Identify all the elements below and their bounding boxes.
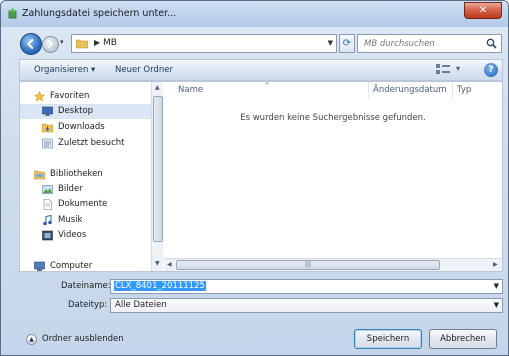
computer-icon [34,261,45,271]
scroll-left-icon[interactable]: ◀ [167,261,172,268]
recent-pages-dropdown[interactable]: ▾ [60,38,68,50]
cancel-button[interactable]: Abbrechen [429,329,497,349]
nav-item-libraries[interactable]: Bibliotheken [20,167,151,182]
music-icon [43,215,52,226]
column-header-type[interactable]: Typ [453,82,502,99]
libraries-icon [34,170,45,180]
videos-icon [42,230,53,241]
filename-field[interactable]: CLX_8401_20111125 ▼ [110,279,503,294]
nav-item-videos[interactable]: Videos [20,228,151,243]
pictures-icon [42,185,53,194]
address-row: ▾ ▶ MB ▼ ⟳ [1,31,508,57]
nav-item-label: Computer [50,261,93,271]
nav-item-label: Bibliotheken [50,169,103,179]
nav-item-label: Desktop [58,106,94,116]
file-list: ^ Name Änderungsdatum Typ Es wurden kein… [164,82,502,271]
nav-item-favorites[interactable]: Favoriten [20,89,151,104]
refresh-button[interactable]: ⟳ [339,34,355,53]
arrow-left-icon [26,38,34,50]
documents-icon [43,199,52,210]
downloads-folder-icon [42,123,53,133]
nav-item-documents[interactable]: Dokumente [20,197,151,212]
title-bar: Zahlungsdatei speichern unter... ✕ [1,1,508,27]
filetype-label: Dateityp: [68,300,108,310]
folder-icon [76,39,88,49]
nav-item-downloads[interactable]: Downloads [20,120,151,135]
nav-scrollbar[interactable]: ▲ ▼ [151,82,163,271]
help-button[interactable]: ? [484,63,498,77]
refresh-icon: ⟳ [342,38,352,49]
hide-folders-label: Ordner ausblenden [42,334,124,344]
navigation-pane: Favoriten Desktop Downloads Zuletzt besu… [20,82,151,271]
back-button[interactable] [20,33,42,55]
save-dialog: Zahlungsdatei speichern unter... ✕ ▾ ▶ M… [0,0,509,356]
save-button[interactable]: Speichern [354,329,422,349]
search-box[interactable] [357,34,502,53]
help-icon: ? [488,65,494,75]
nav-item-label: Dokumente [58,199,108,209]
content-area: Favoriten Desktop Downloads Zuletzt besu… [19,81,503,272]
chevron-down-icon: ▾ [456,64,461,73]
search-input[interactable] [362,37,480,50]
nav-item-computer[interactable]: Computer [20,259,151,274]
nav-item-label: Zuletzt besucht [58,138,125,148]
scroll-up-icon[interactable]: ▲ [155,84,160,91]
address-bar[interactable]: ▶ MB ▼ [71,34,337,53]
command-bar: Organisieren ▾ Neuer Ordner ▾ ? [19,59,503,81]
scroll-right-icon[interactable]: ▶ [493,261,498,268]
close-button[interactable]: ✕ [464,2,502,19]
nav-item-label: Bilder [58,184,83,194]
chevron-down-icon[interactable]: ▼ [328,39,333,47]
nav-item-desktop[interactable]: Desktop [20,104,151,119]
arrow-right-icon [47,39,53,49]
breadcrumb-item[interactable]: MB [103,38,117,48]
column-header-name[interactable]: Name [164,82,369,99]
window-title: Zahlungsdatei speichern unter... [22,8,177,19]
organize-menu[interactable]: Organisieren ▾ [34,65,95,75]
filetype-select[interactable]: Alle Dateien ▼ [110,298,503,313]
star-icon [34,91,45,102]
scrollbar-thumb[interactable] [153,96,163,242]
nav-item-label: Downloads [58,122,105,132]
scrollbar-thumb[interactable]: ||| [176,260,440,270]
search-icon[interactable] [486,38,497,49]
desktop-icon [42,106,53,116]
nav-item-pictures[interactable]: Bilder [20,182,151,197]
breadcrumb-separator-icon[interactable]: ▶ [94,38,100,47]
scroll-down-icon[interactable]: ▼ [155,260,160,267]
forward-button[interactable] [42,36,59,53]
chevron-down-icon[interactable]: ▼ [494,301,499,309]
filename-value: CLX_8401_20111125 [114,281,206,291]
chevron-down-icon[interactable]: ▼ [494,282,499,290]
view-options-button[interactable]: ▾ [436,64,466,77]
nav-item-music[interactable]: Musik [20,213,151,228]
nav-item-recent[interactable]: Zuletzt besucht [20,136,151,151]
app-icon [8,8,17,19]
recent-places-icon [42,138,53,149]
filetype-value: Alle Dateien [115,300,167,310]
grip-icon: ||| [304,261,312,268]
nav-item-label: Videos [58,230,87,240]
nav-item-label: Favoriten [50,91,90,101]
chevron-up-icon: ▲ [26,334,37,345]
empty-results-message: Es wurden keine Suchergebnisse gefunden. [240,113,426,123]
close-icon: ✕ [478,5,488,16]
file-list-scrollbar[interactable]: ◀ ||| ▶ [164,258,502,271]
nav-item-label: Musik [58,215,83,225]
filename-label: Dateiname: [61,281,111,291]
column-header-modified[interactable]: Änderungsdatum [369,82,453,99]
view-icon [436,64,450,74]
new-folder-button[interactable]: Neuer Ordner [115,65,173,75]
